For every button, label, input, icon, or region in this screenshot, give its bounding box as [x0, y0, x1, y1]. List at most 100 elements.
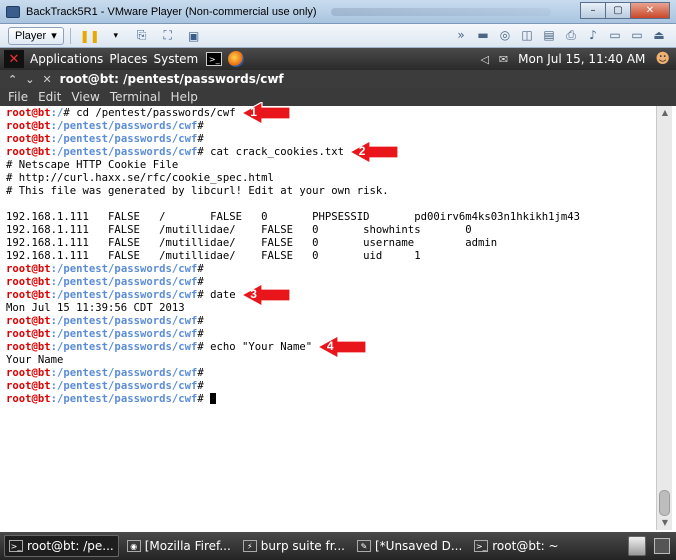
- prompt-user: root@bt: [6, 341, 51, 353]
- printer-icon[interactable]: ⎙: [563, 28, 579, 42]
- menu-applications[interactable]: Applications: [30, 52, 103, 66]
- command-text: echo "Your Name": [210, 341, 313, 353]
- menu-places[interactable]: Places: [109, 52, 147, 66]
- taskbar-item[interactable]: ⚡ burp suite fr...: [239, 535, 349, 557]
- terminal-output-line: Mon Jul 15 11:39:56 CDT 2013: [6, 302, 656, 315]
- output-text: # This file was generated by libcurl! Ed…: [6, 185, 389, 197]
- close-icon[interactable]: ✕: [42, 73, 51, 86]
- terminal-icon: >_: [9, 540, 23, 552]
- window-title: BackTrack5R1 - VMware Player (Non-commer…: [26, 5, 317, 18]
- menu-file[interactable]: File: [8, 90, 28, 104]
- terminal-prompt-line: root@bt:/# cd /pentest/passwords/cwf: [6, 107, 656, 120]
- output-text: # Netscape HTTP Cookie File: [6, 159, 179, 171]
- minimize-button[interactable]: –: [580, 2, 606, 19]
- terminal-menubar: File Edit View Terminal Help: [0, 88, 676, 106]
- window-controls: – ▢ ✕: [580, 2, 670, 19]
- prompt-symbol: #: [197, 146, 211, 158]
- vmware-app-icon: [6, 5, 20, 18]
- terminal-prompt-line: root@bt:/pentest/passwords/cwf#: [6, 120, 656, 133]
- prompt-symbol: #: [197, 367, 211, 379]
- taskbar-item[interactable]: ✎ [*Unsaved D...: [353, 535, 466, 557]
- prompt-path: :/pentest/passwords/cwf: [50, 367, 198, 379]
- prompt-symbol: #: [197, 289, 211, 301]
- prompt-path: :/pentest/passwords/cwf: [50, 289, 198, 301]
- taskbar-item[interactable]: >_ root@bt: /pe...: [4, 535, 119, 557]
- prompt-symbol: #: [197, 341, 211, 353]
- prompt-user: root@bt: [6, 120, 51, 132]
- blurred-path: [330, 7, 551, 16]
- prompt-user: root@bt: [6, 146, 51, 158]
- taskbar-item-label: [*Unsaved D...: [374, 539, 463, 553]
- menu-system[interactable]: System: [153, 52, 198, 66]
- trash-icon[interactable]: [628, 536, 646, 556]
- annotation-arrow: 2: [348, 139, 400, 165]
- terminal-prompt-line: root@bt:/pentest/passwords/cwf#: [6, 367, 656, 380]
- firefox-launcher-icon[interactable]: [228, 51, 245, 67]
- show-desktop-icon[interactable]: [654, 538, 670, 554]
- user-icon[interactable]: ☻: [655, 51, 670, 67]
- sound-icon[interactable]: ♪: [585, 28, 601, 42]
- burp-icon: ⚡: [242, 540, 257, 552]
- terminal-prompt-line: root@bt:/pentest/passwords/cwf#: [6, 393, 656, 406]
- prompt-symbol: #: [197, 120, 211, 132]
- terminal-scrollbar[interactable]: ▲ ▼: [656, 106, 672, 530]
- network-icon[interactable]: ◫: [519, 28, 535, 42]
- annotation-number: 4: [326, 339, 334, 353]
- chevron-down-icon[interactable]: ⌄: [25, 73, 34, 86]
- text-cursor: [210, 393, 217, 404]
- taskbar-item[interactable]: >_ root@bt: ~: [470, 535, 562, 557]
- scroll-up-icon[interactable]: ▲: [659, 108, 671, 118]
- taskbar-item[interactable]: ◉ [Mozilla Firef...: [123, 535, 235, 557]
- usb-icon[interactable]: ▤: [541, 28, 557, 42]
- clock[interactable]: Mon Jul 15, 11:40 AM: [518, 52, 645, 66]
- prompt-user: root@bt: [6, 393, 51, 405]
- send-ctrl-alt-del-icon[interactable]: ⎘: [134, 28, 150, 43]
- volume-icon[interactable]: ◁: [480, 53, 488, 66]
- terminal-output[interactable]: root@bt:/# cd /pentest/passwords/cwf root…: [4, 106, 656, 530]
- terminal-output-line: 192.168.1.111 FALSE / FALSE 0 PHPSESSID …: [6, 211, 656, 224]
- display-icon[interactable]: ▭: [607, 28, 623, 42]
- terminal-launcher-icon[interactable]: >_: [206, 52, 223, 66]
- prompt-symbol: #: [197, 315, 211, 327]
- prompt-symbol: #: [197, 393, 211, 405]
- message-icon[interactable]: ▭: [629, 28, 645, 42]
- annotation-arrow: 1: [240, 100, 292, 126]
- chevron-down-icon: ▾: [51, 30, 57, 42]
- dropdown-icon[interactable]: ▾: [108, 29, 124, 43]
- annotation-number: 2: [358, 144, 366, 158]
- backtrack-logo-icon[interactable]: ✕: [4, 50, 24, 68]
- pause-icon[interactable]: ❚❚: [80, 29, 100, 43]
- fullscreen-icon[interactable]: ⛶: [160, 28, 176, 43]
- menu-terminal[interactable]: Terminal: [110, 90, 161, 104]
- output-text: # http://curl.haxx.se/rfc/cookie_spec.ht…: [6, 172, 274, 184]
- player-menu-button[interactable]: Player ▾: [8, 26, 64, 45]
- scroll-down-icon[interactable]: ▼: [659, 518, 671, 528]
- eject-icon[interactable]: ⏏: [651, 28, 667, 42]
- prompt-path: :/pentest/passwords/cwf: [50, 328, 198, 340]
- prompt-path: :/pentest/passwords/cwf: [50, 276, 198, 288]
- terminal-output-line: 192.168.1.111 FALSE /mutillidae/ FALSE 0…: [6, 250, 656, 263]
- menu-help[interactable]: Help: [171, 90, 198, 104]
- cd-drive-icon[interactable]: ◎: [497, 28, 513, 42]
- unity-icon[interactable]: ▣: [186, 29, 202, 43]
- output-text: Your Name: [6, 354, 64, 366]
- menu-edit[interactable]: Edit: [38, 90, 61, 104]
- terminal-output-line: # http://curl.haxx.se/rfc/cookie_spec.ht…: [6, 172, 656, 185]
- hard-disk-icon[interactable]: ▬: [475, 28, 491, 42]
- vmware-toolbar: Player ▾ ❚❚ ▾ ⎘ ⛶ ▣ » ▬ ◎ ◫ ▤ ⎙ ♪ ▭ ▭ ⏏: [0, 24, 676, 48]
- taskbar-item-label: burp suite fr...: [260, 539, 345, 553]
- mail-icon[interactable]: ✉: [499, 53, 508, 66]
- panel-status-area: ◁ ✉ Mon Jul 15, 11:40 AM ☻: [480, 48, 670, 70]
- close-button[interactable]: ✕: [630, 2, 670, 19]
- menu-view[interactable]: View: [71, 90, 99, 104]
- scrollbar-thumb[interactable]: [659, 490, 670, 516]
- maximize-button[interactable]: ▢: [605, 2, 631, 19]
- annotation-arrow: 3: [240, 282, 292, 308]
- toolbar-divider: [69, 27, 71, 44]
- prompt-symbol: #: [197, 328, 211, 340]
- output-text: 192.168.1.111 FALSE /mutillidae/ FALSE 0…: [6, 224, 472, 236]
- terminal-prompt-line: root@bt:/pentest/passwords/cwf#: [6, 276, 656, 289]
- chevron-up-icon[interactable]: ⌃: [8, 73, 17, 86]
- expand-icon[interactable]: »: [453, 28, 469, 42]
